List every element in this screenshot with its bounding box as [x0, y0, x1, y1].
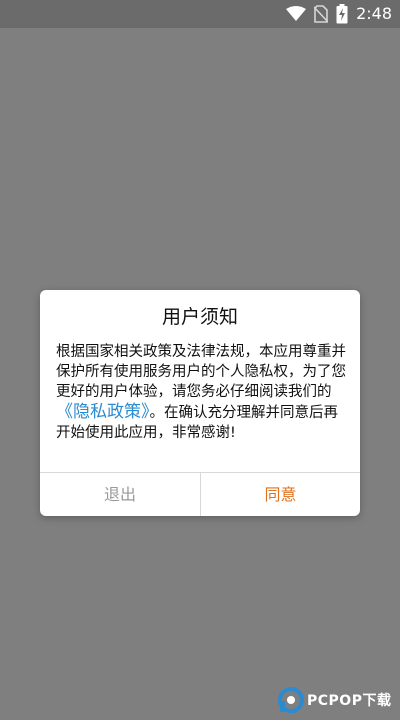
user-notice-dialog: 用户须知 根据国家相关政策及法律法规，本应用尊重并保护所有使用服务用户的个人隐私…	[40, 290, 360, 516]
screen-background: 2:48 用户须知 根据国家相关政策及法律法规，本应用尊重并保护所有使用服务用户…	[0, 0, 400, 720]
no-sim-icon	[314, 5, 329, 23]
agree-button[interactable]: 同意	[201, 473, 360, 516]
dialog-body-text-before: 根据国家相关政策及法律法规，本应用尊重并保护所有使用服务用户的个人隐私权，为了您…	[56, 344, 346, 400]
watermark-text: PCPOP下载	[307, 693, 392, 709]
status-time: 2:48	[356, 4, 392, 23]
pcpop-logo-icon	[278, 687, 304, 713]
privacy-policy-link[interactable]: 《隐私政策》	[56, 402, 150, 422]
pcpop-watermark: PCPOP下载	[278, 686, 391, 714]
exit-button[interactable]: 退出	[40, 473, 200, 516]
dialog-body: 根据国家相关政策及法律法规，本应用尊重并保护所有使用服务用户的个人隐私权，为了您…	[56, 342, 346, 443]
battery-charging-icon	[336, 4, 348, 24]
status-icons: 2:48	[286, 0, 392, 28]
status-bar: 2:48	[0, 0, 400, 28]
wifi-icon	[286, 6, 307, 21]
dialog-title: 用户须知	[161, 306, 238, 328]
